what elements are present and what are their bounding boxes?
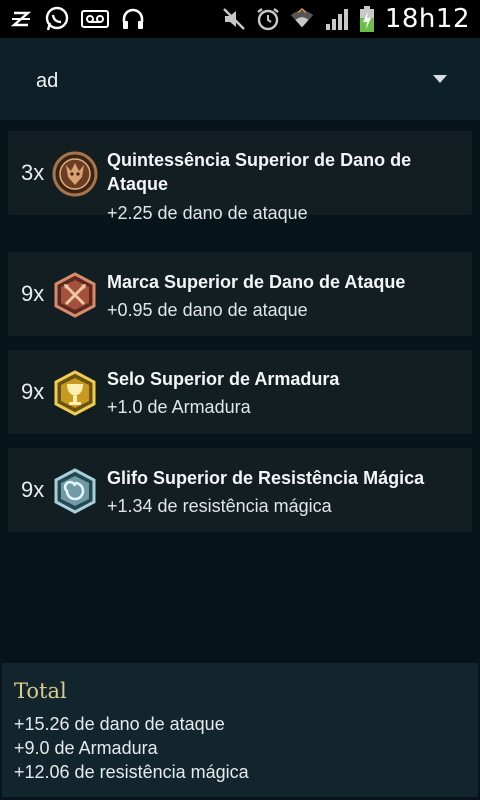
rune-quantity: 9x bbox=[21, 281, 45, 306]
status-bar: 18h12 bbox=[0, 0, 480, 38]
seal-rune-icon bbox=[52, 370, 98, 416]
rune-item-seal[interactable]: 9x Selo Superior de Armadura +1.0 de Arm… bbox=[8, 350, 472, 434]
rune-quantity: 9x bbox=[21, 477, 45, 502]
rune-quantity: 9x bbox=[21, 379, 45, 404]
rune-name: Selo Superior de Armadura bbox=[107, 369, 340, 389]
total-line: +9.0 de Armadura bbox=[14, 738, 158, 758]
signal-icon bbox=[323, 6, 349, 32]
quintessence-rune-icon bbox=[52, 151, 98, 197]
rune-description: +0.95 de dano de ataque bbox=[107, 300, 308, 320]
clock: 18h12 bbox=[384, 4, 470, 34]
rune-page-selector[interactable]: ad bbox=[0, 38, 480, 120]
rune-name: Quintessência Superior de Dano de Ataque bbox=[107, 150, 412, 194]
strikethrough-z-icon bbox=[8, 6, 34, 32]
rune-name: Marca Superior de Dano de Ataque bbox=[107, 272, 406, 292]
wifi-icon bbox=[289, 6, 315, 32]
rune-item-glyph[interactable]: 9x Glifo Superior de Resistência Mágica … bbox=[8, 448, 472, 532]
rune-name: Glifo Superior de Resistência Mágica bbox=[107, 468, 425, 488]
dropdown-arrow-icon bbox=[433, 75, 447, 83]
rune-item-quintessence[interactable]: 3x Quintessência Superior de Dano de Ata… bbox=[8, 131, 472, 223]
selected-rune-page: ad bbox=[36, 70, 59, 92]
glyph-rune-icon bbox=[52, 468, 98, 514]
whatsapp-icon bbox=[44, 6, 70, 32]
rune-quantity: 3x bbox=[21, 160, 45, 185]
headset-icon bbox=[120, 6, 146, 32]
total-line: +12.06 de resistência mágica bbox=[14, 762, 249, 782]
rune-description: +1.34 de resistência mágica bbox=[107, 496, 332, 516]
rune-item-mark[interactable]: 9x Marca Superior de Dano de Ataque +0.9… bbox=[8, 252, 472, 336]
total-line: +15.26 de dano de ataque bbox=[14, 714, 225, 734]
mark-rune-icon bbox=[52, 272, 98, 318]
total-panel: Total +15.26 de dano de ataque +9.0 de A… bbox=[2, 663, 478, 797]
rune-description: +1.0 de Armadura bbox=[107, 397, 251, 417]
battery-charging-icon bbox=[357, 6, 377, 32]
total-title: Total bbox=[14, 679, 67, 703]
rune-description: +2.25 de dano de ataque bbox=[107, 203, 308, 223]
voicemail-icon bbox=[80, 6, 110, 32]
alarm-icon bbox=[255, 6, 281, 32]
mute-icon bbox=[221, 6, 247, 32]
